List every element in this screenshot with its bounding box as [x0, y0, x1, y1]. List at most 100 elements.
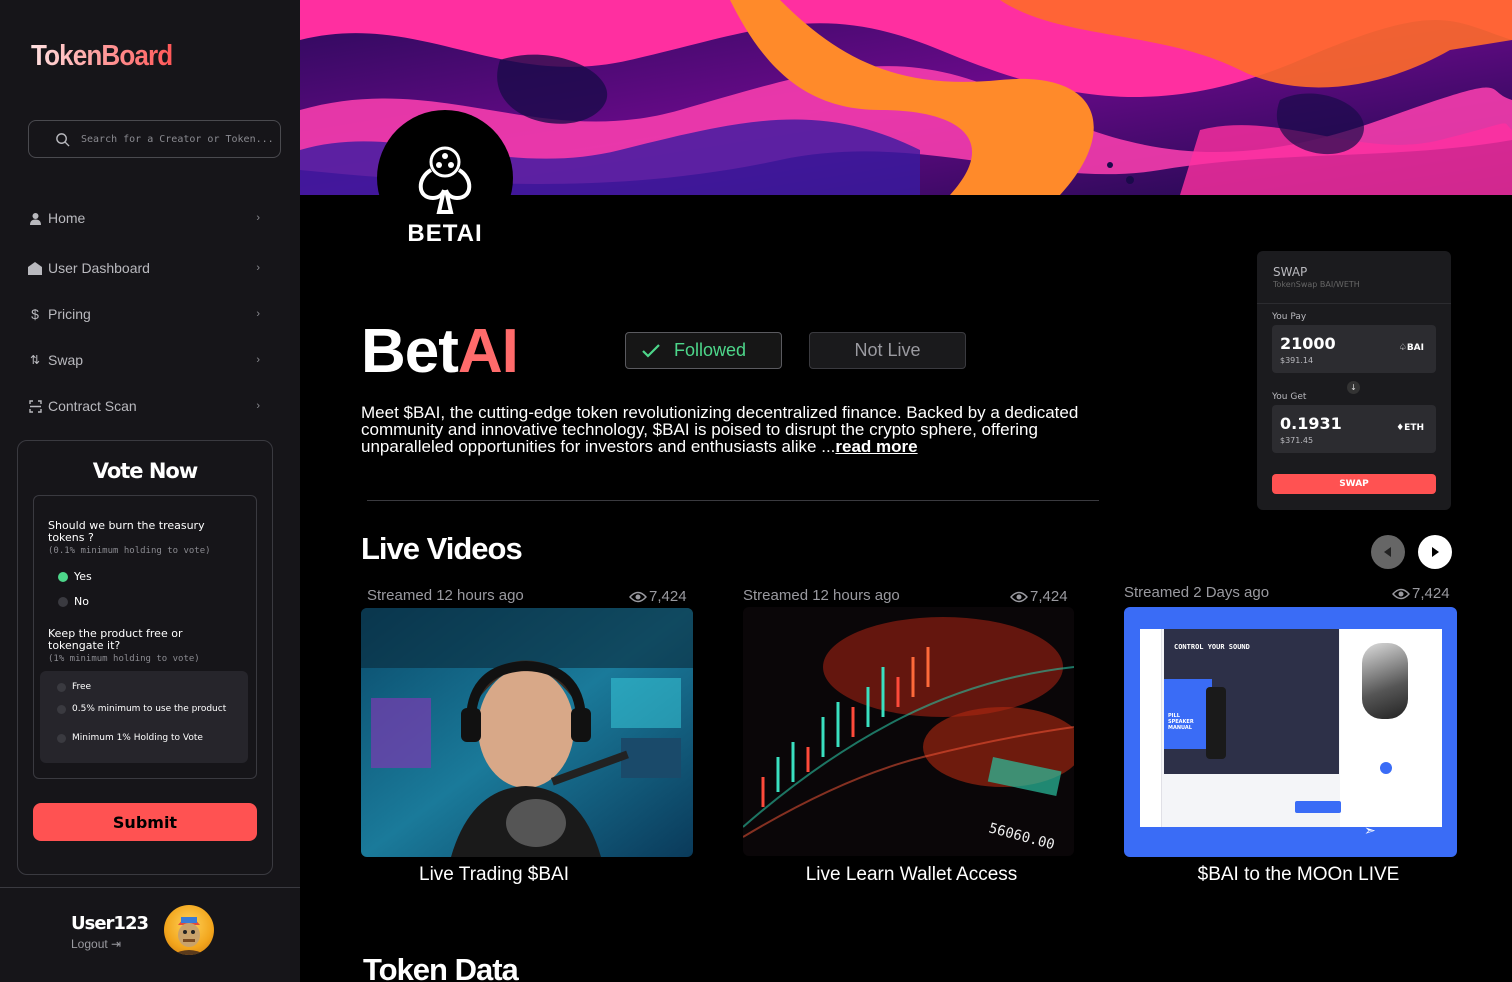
- vote-question-1: Should we burn the treasury tokens ?: [48, 519, 205, 544]
- app-root: TokenBoard Search for a Creator or Token…: [0, 0, 1512, 982]
- avatar[interactable]: [164, 905, 214, 955]
- spade-icon: ♤: [1398, 343, 1407, 353]
- vote-option-one-percent[interactable]: Minimum 1% Holding to Vote: [57, 733, 237, 743]
- vote-option-label: No: [74, 595, 89, 608]
- video-thumbnail[interactable]: [361, 608, 693, 857]
- vote-questions: Should we burn the treasury tokens ? (0.…: [33, 495, 257, 779]
- sidebar-item-label: Contract Scan: [48, 398, 137, 414]
- vote-card: Vote Now Should we burn the treasury tok…: [17, 440, 273, 875]
- cursor-icon: ➣: [1364, 823, 1376, 839]
- logout-link[interactable]: Logout ⇥: [71, 937, 121, 951]
- live-videos-title: Live Videos: [361, 531, 523, 566]
- get-usd: $371.45: [1280, 436, 1314, 445]
- views-count: 7,424: [1412, 585, 1450, 602]
- vote-question-2-note: (1% minimum holding to vote): [48, 654, 200, 664]
- brand-logo[interactable]: TokenBoard: [31, 40, 173, 73]
- sidebar-item-label: User Dashboard: [48, 260, 150, 276]
- chevron-right-icon: ›: [256, 308, 260, 320]
- followed-label: Followed: [674, 340, 747, 360]
- sidebar-item-pricing[interactable]: $ Pricing ›: [28, 302, 260, 326]
- sidebar-item-user-dashboard[interactable]: User Dashboard ›: [28, 256, 260, 280]
- search-input[interactable]: Search for a Creator or Token...: [28, 120, 281, 158]
- video-views: 7,424: [1010, 588, 1068, 605]
- vote-option-label: Minimum 1% Holding to Vote: [72, 733, 203, 743]
- divider: [0, 887, 300, 888]
- home-icon: [28, 261, 42, 275]
- check-icon: [642, 343, 660, 358]
- get-token-label: ETH: [1404, 423, 1424, 433]
- user-name: User123: [71, 913, 149, 934]
- swap-title: SWAP: [1273, 265, 1308, 279]
- token-name: BetAI: [361, 316, 519, 387]
- live-status-button[interactable]: Not Live: [809, 332, 966, 369]
- arrow-down-icon[interactable]: ↓: [1347, 381, 1360, 394]
- token-logo-text: BETAI: [407, 220, 483, 247]
- video-views: 7,424: [629, 588, 687, 605]
- video-streamed-time: Streamed 12 hours ago: [367, 587, 524, 604]
- mockup-side-label: PILL SPEAKER MANUAL: [1168, 713, 1194, 731]
- radio-icon: [57, 734, 66, 743]
- swap-subtitle: TokenSwap BAI/WETH: [1273, 280, 1360, 289]
- logout-label: Logout: [71, 937, 108, 951]
- user-icon: [28, 211, 42, 225]
- vote-question-1-note: (0.1% minimum holding to vote): [48, 546, 211, 556]
- pay-token[interactable]: ♤BAI: [1399, 343, 1424, 353]
- get-amount: 0.1931: [1280, 414, 1342, 433]
- video-streamed-time: Streamed 2 Days ago: [1124, 584, 1270, 601]
- vote-option-no[interactable]: No: [58, 595, 89, 608]
- vote-option-label: 0.5% minimum to use the product: [72, 704, 227, 714]
- mockup-button: [1295, 801, 1341, 813]
- divider: [367, 500, 1099, 501]
- video-views: 7,424: [1392, 585, 1450, 602]
- vote-option-yes[interactable]: Yes: [58, 570, 92, 583]
- mockup-speaker: [1206, 687, 1226, 759]
- vote-options-box: Free 0.5% minimum to use the product Min…: [40, 671, 248, 763]
- video-thumbnail[interactable]: 56060.00: [743, 607, 1074, 856]
- sidebar-item-swap[interactable]: ⇅ Swap ›: [28, 348, 260, 372]
- vote-title: Vote Now: [92, 459, 199, 483]
- video-caption[interactable]: Live Learn Wallet Access: [788, 865, 1035, 884]
- mockup-device: [1362, 643, 1408, 719]
- submit-button[interactable]: Submit: [33, 803, 257, 841]
- swap-widget: SWAP TokenSwap BAI/WETH You Pay 21000 $3…: [1257, 251, 1451, 510]
- video-thumbnail[interactable]: CONTROL YOUR SOUND PILL SPEAKER MANUAL ➣: [1124, 607, 1457, 857]
- sidebar-item-home[interactable]: Home ›: [28, 206, 260, 230]
- mockup-heading: CONTROL YOUR SOUND: [1174, 643, 1250, 651]
- token-name-part1: Bet: [361, 317, 459, 386]
- eye-icon: [1392, 588, 1410, 599]
- scan-icon: [28, 399, 42, 413]
- token-description: Meet $BAI, the cutting-edge token revolu…: [361, 404, 1101, 455]
- sidebar: TokenBoard Search for a Creator or Token…: [0, 0, 300, 982]
- carousel-next-button[interactable]: [1418, 535, 1452, 569]
- video-caption[interactable]: Live Trading $BAI: [361, 865, 627, 884]
- views-count: 7,424: [649, 588, 687, 605]
- eye-icon: [629, 591, 647, 602]
- vote-option-free[interactable]: Free: [57, 682, 237, 692]
- chevron-right-icon: ›: [256, 212, 260, 224]
- followed-button[interactable]: Followed: [625, 332, 782, 369]
- pay-usd: $391.14: [1280, 356, 1314, 365]
- get-input[interactable]: 0.1931 $371.45 ♦ETH: [1272, 405, 1436, 453]
- read-more-link[interactable]: read more: [835, 437, 917, 456]
- swap-button[interactable]: SWAP: [1272, 474, 1436, 494]
- get-token[interactable]: ♦ETH: [1396, 423, 1424, 433]
- chevron-right-icon: ›: [256, 400, 260, 412]
- sidebar-item-contract-scan[interactable]: Contract Scan ›: [28, 394, 260, 418]
- eth-icon: ♦: [1396, 423, 1405, 433]
- play-icon: [1380, 762, 1392, 774]
- token-name-part2: AI: [457, 317, 519, 386]
- views-count: 7,424: [1030, 588, 1068, 605]
- pay-input[interactable]: 21000 $391.14 ♤BAI: [1272, 325, 1436, 373]
- description-text: Meet $BAI, the cutting-edge token revolu…: [361, 403, 1079, 456]
- swap-icon: ⇅: [29, 353, 41, 367]
- radio-icon: [57, 705, 66, 714]
- carousel-prev-button[interactable]: [1371, 535, 1405, 569]
- chevron-right-icon: ›: [256, 354, 260, 366]
- mockup-sidebar: [1140, 629, 1162, 827]
- video-caption[interactable]: $BAI to the MOOn LIVE: [1130, 865, 1467, 884]
- thumbnail-mockup: CONTROL YOUR SOUND PILL SPEAKER MANUAL: [1140, 629, 1442, 827]
- vote-option-half-percent[interactable]: 0.5% minimum to use the product: [57, 704, 237, 714]
- radio-icon: [58, 596, 68, 607]
- chevron-right-icon: ›: [256, 262, 260, 274]
- radio-icon: [57, 683, 66, 692]
